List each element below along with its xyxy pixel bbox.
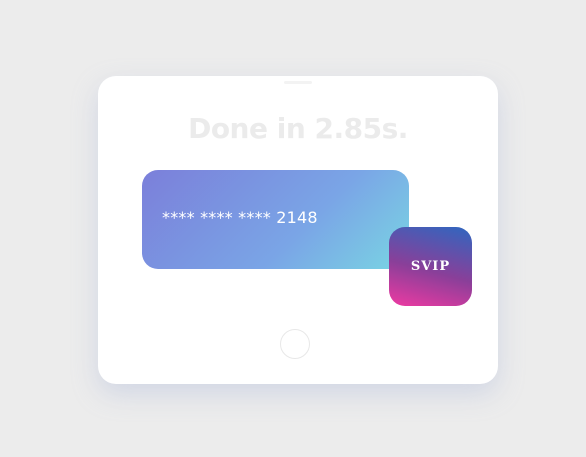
home-button[interactable] <box>280 329 310 359</box>
tablet-device: Done in 2.85s. **** **** **** 2148 SVIP <box>98 76 498 384</box>
svip-badge-label: SVIP <box>410 259 451 274</box>
card-number: **** **** **** 2148 <box>162 208 318 227</box>
camera-notch <box>284 81 312 84</box>
status-headline: Done in 2.85s. <box>188 112 408 145</box>
credit-card: **** **** **** 2148 <box>142 170 409 269</box>
svip-badge: SVIP <box>389 227 472 306</box>
